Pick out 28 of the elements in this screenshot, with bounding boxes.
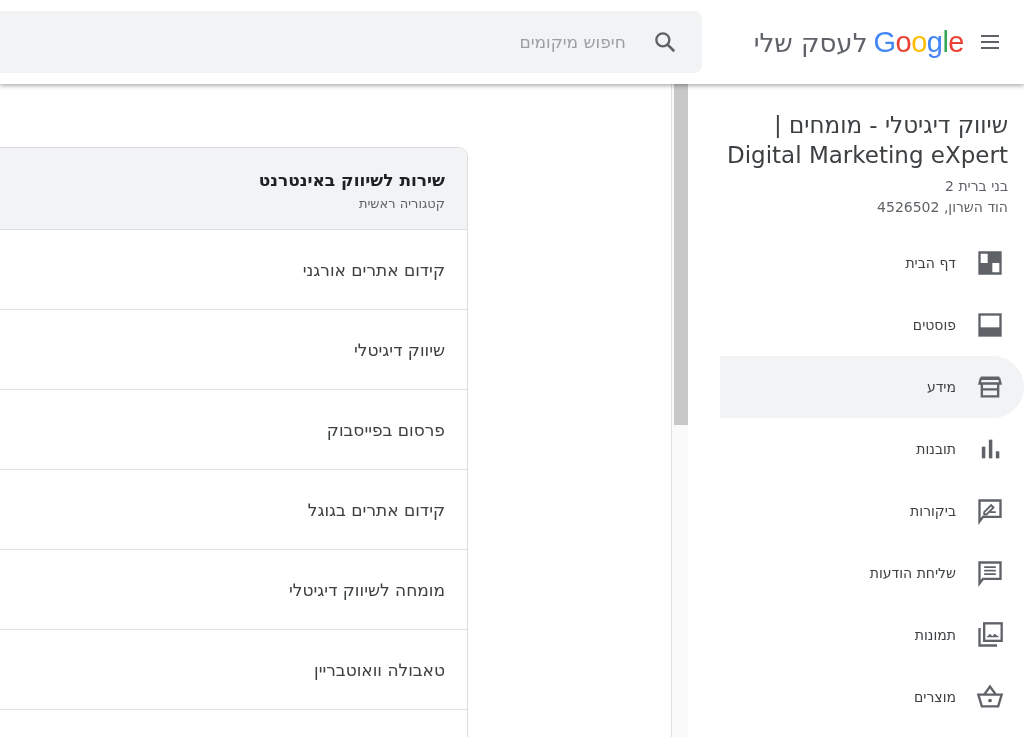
- category-item[interactable]: קידום אתרים אורגני: [0, 230, 467, 310]
- category-item[interactable]: קידום אתרים בגוגל: [0, 470, 467, 550]
- nav-item[interactable]: מוצרים: [720, 666, 1024, 728]
- nav-item[interactable]: מידע: [720, 356, 1024, 418]
- dashboard-icon: [976, 249, 1004, 277]
- post-icon: [976, 311, 1004, 339]
- category-title: שירות לשיווק באינטרנט: [257, 170, 445, 190]
- nav-item[interactable]: תמונות: [720, 604, 1024, 666]
- category-subtitle: קטגוריה ראשית: [357, 196, 445, 211]
- address-line: בני ברית 2: [944, 177, 1008, 196]
- address-line: הוד השרון, 4526502: [876, 198, 1008, 217]
- category-item[interactable]: טאבולה וואוטבריין: [0, 630, 467, 710]
- category-item[interactable]: מומחה לשיווק דיגיטלי: [0, 550, 467, 630]
- basket-icon: [976, 683, 1004, 711]
- photos-icon: [976, 621, 1004, 649]
- nav-item[interactable]: תובנות: [720, 418, 1024, 480]
- category-item[interactable]: שיווק דיגיטלי: [0, 310, 467, 390]
- message-icon: [976, 559, 1004, 587]
- category-item[interactable]: פרסום בפייסבוק: [0, 390, 467, 470]
- search-field[interactable]: חיפוש מיקומים: [0, 11, 702, 73]
- logo-text: לעסק שלי: [753, 27, 868, 58]
- nav-item[interactable]: דף הבית: [720, 232, 1024, 294]
- nav-item[interactable]: פוסטים: [720, 294, 1024, 356]
- business-name: שיווק דיגיטלי - מומחים | Digital Marketing eXpert: [726, 111, 1009, 170]
- google-logo: Google: [873, 25, 964, 59]
- nav-item[interactable]: ביקורות: [720, 480, 1024, 542]
- review-icon: [976, 497, 1004, 525]
- nav-item[interactable]: שליחת הודעות: [720, 542, 1024, 604]
